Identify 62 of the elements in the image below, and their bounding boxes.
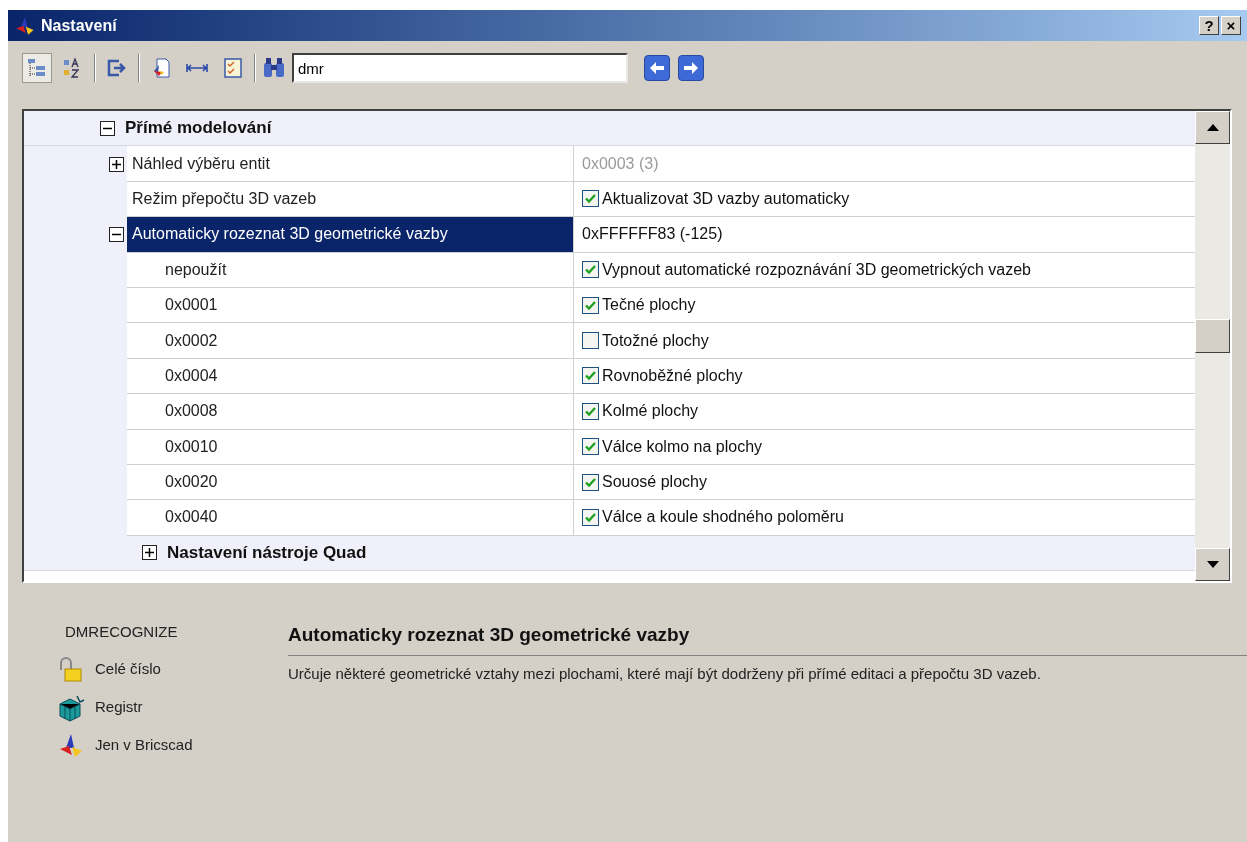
arrow-icon <box>683 61 699 75</box>
title-bar-button[interactable]: × <box>1221 16 1241 35</box>
checkbox[interactable] <box>582 438 599 456</box>
property-value: Válce a koule shodného poloměru <box>602 507 844 528</box>
property-value: Válce kolmo na plochy <box>602 436 763 457</box>
property-value: Souosé plochy <box>602 472 707 493</box>
collapse-icon[interactable] <box>100 120 115 136</box>
property-value: Kolmé plochy <box>602 401 699 422</box>
property-value: Aktualizovat 3D vazby automaticky <box>602 188 850 209</box>
property-value: 0x0003 (3) <box>582 153 659 174</box>
caret-down-icon <box>1206 561 1219 568</box>
category-label: Nastavení nástroje Quad <box>167 542 367 565</box>
property-value: 0xFFFFFF83 (-125) <box>582 224 723 245</box>
variable-name: DMRECOGNIZE <box>65 622 179 642</box>
category-label: Přímé modelování <box>125 117 272 140</box>
expand-icon[interactable] <box>142 545 157 561</box>
property-name-cell[interactable]: 0x0040 <box>127 500 574 536</box>
checkbox[interactable] <box>582 261 599 279</box>
property-name-cell[interactable]: 0x0008 <box>127 394 574 430</box>
property-name-cell[interactable]: nepoužít <box>127 252 574 288</box>
property-value: Rovnoběžné plochy <box>602 365 743 386</box>
export-icon <box>106 57 128 79</box>
attribute-label: Celé číslo <box>95 659 161 680</box>
checkbox[interactable] <box>582 367 599 385</box>
attribute-label: Jen v Bricscad <box>95 735 193 756</box>
scrollbar[interactable] <box>1195 111 1230 581</box>
property-name-cell[interactable]: 0x0020 <box>127 464 574 501</box>
lock-icon <box>57 655 85 684</box>
window-title: Nastavení <box>41 15 117 36</box>
checkbox[interactable] <box>582 509 599 526</box>
arrow-icon <box>649 61 665 75</box>
property-value: Vypnout automatické rozpoznávání 3D geometrických vazeb <box>602 259 1031 280</box>
binoculars-icon <box>262 57 286 79</box>
search-field[interactable]: dmr <box>292 53 628 83</box>
property-name-cell[interactable]: Režim přepočtu 3D vazeb <box>127 181 574 218</box>
caret-up-icon <box>1206 124 1219 131</box>
scroll-thumb[interactable] <box>1195 319 1230 353</box>
collapse-icon[interactable] <box>109 227 124 243</box>
tree-view-icon <box>26 57 48 79</box>
cube-grid-icon <box>57 693 85 722</box>
checkbox[interactable] <box>582 402 599 420</box>
description-text: Určuje některé geometrické vztahy mezi plochami, které mají být dodrženy při přímé editaci a přepočtu 3D vazeb. <box>288 663 1042 684</box>
description-title: Automaticky rozeznat 3D geometrické vazby <box>288 621 1247 656</box>
checkbox[interactable] <box>582 332 599 350</box>
checkbox[interactable] <box>582 473 599 491</box>
property-value: Totožné plochy <box>602 330 709 351</box>
property-name-cell[interactable]: 0x0002 <box>127 323 574 359</box>
property-name-cell[interactable]: Automaticky rozeznat 3D geometrické vazby <box>127 217 574 253</box>
property-name-cell[interactable]: 0x0001 <box>127 287 574 324</box>
scroll-up-button[interactable] <box>1195 111 1230 144</box>
attribute-label: Registr <box>95 697 143 718</box>
property-name-cell[interactable]: 0x0004 <box>127 358 574 395</box>
property-value: Tečné plochy <box>602 295 696 316</box>
title-bar-button[interactable]: ? <box>1199 16 1219 35</box>
previous-button[interactable] <box>644 55 670 81</box>
property-name-cell[interactable]: 0x0010 <box>127 429 574 465</box>
scroll-down-button[interactable] <box>1195 548 1230 581</box>
categorized-button[interactable] <box>22 53 52 83</box>
checkbox[interactable] <box>582 296 599 314</box>
checklist-icon <box>222 57 244 79</box>
next-button[interactable] <box>678 55 704 81</box>
checkbox[interactable] <box>582 190 599 208</box>
